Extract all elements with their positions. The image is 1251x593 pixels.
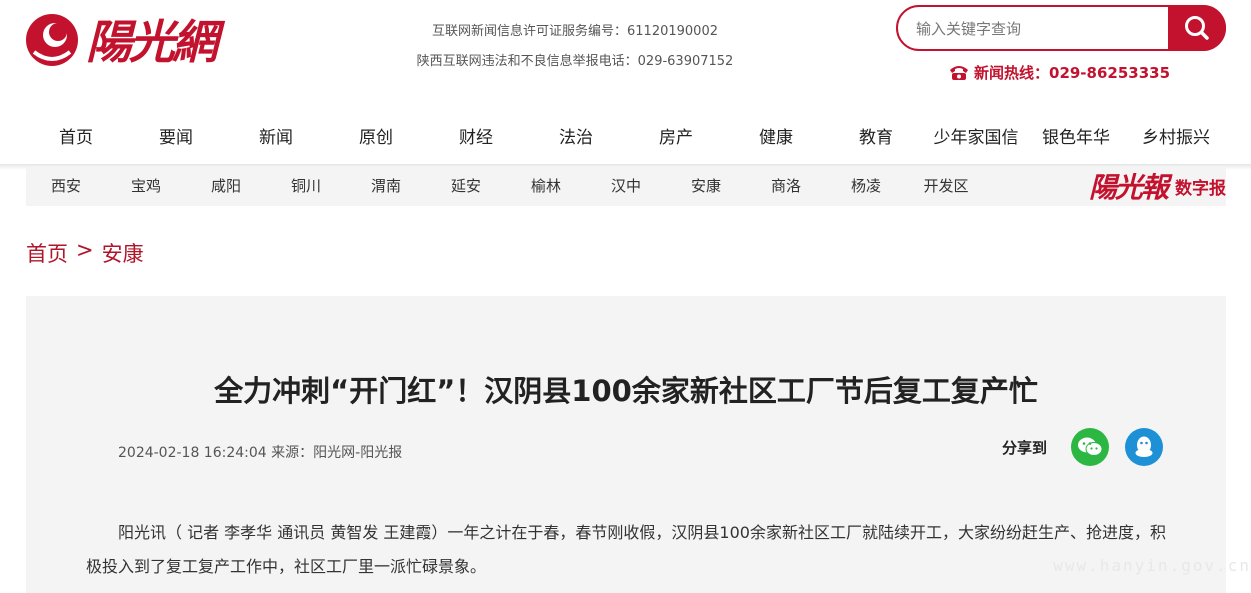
main-nav: 首页 要闻 新闻 原创 财经 法治 房产 健康 教育 少年家国信 银色年华 乡村…	[26, 112, 1226, 164]
search-input[interactable]	[916, 16, 1166, 42]
nav-item-headlines[interactable]: 要闻	[126, 112, 226, 164]
breadcrumb-current[interactable]: 安康	[102, 238, 144, 268]
search-icon	[1185, 16, 1209, 40]
city-item-xianyang[interactable]: 咸阳	[186, 166, 266, 206]
nav-item-news[interactable]: 新闻	[226, 112, 326, 164]
search-box	[896, 5, 1226, 51]
watermark: www.hanyin.gov.cn	[1053, 556, 1251, 575]
nav-item-original[interactable]: 原创	[326, 112, 426, 164]
share-qq-button[interactable]	[1125, 428, 1164, 466]
share-bar: 分享到	[1002, 428, 1179, 466]
epaper-link[interactable]: 陽光報 数字报	[1089, 166, 1226, 206]
article-source: 来源：阳光网-阳光报	[271, 445, 403, 461]
wechat-icon	[1078, 437, 1103, 456]
share-label: 分享到	[1002, 438, 1048, 457]
breadcrumb-home[interactable]: 首页	[26, 238, 68, 268]
search-button[interactable]	[1168, 5, 1226, 51]
city-item-shangluo[interactable]: 商洛	[746, 166, 826, 206]
city-item-hanzhong[interactable]: 汉中	[586, 166, 666, 206]
city-item-yangling[interactable]: 杨凌	[826, 166, 906, 206]
license-number: 互联网新闻信息许可证服务编号：61120190002	[432, 24, 718, 39]
article-body: 阳光讯（ 记者 李孝华 通讯员 黄智发 王建霞）一年之计在于春，春节刚收假，汉阴…	[86, 523, 1166, 576]
city-item-yanan[interactable]: 延安	[426, 166, 506, 206]
article-meta: 2024-02-18 16:24:04 来源：阳光网-阳光报	[118, 442, 402, 462]
city-nav: 西安 宝鸡 咸阳 铜川 渭南 延安 榆林 汉中 安康 商洛 杨凌 开发区 陽光報…	[26, 166, 1226, 206]
license-info: 互联网新闻信息许可证服务编号：61120190002 陕西互联网违法和不良信息举…	[380, 17, 770, 77]
city-item-baoji[interactable]: 宝鸡	[106, 166, 186, 206]
logo-text: 陽光網	[86, 15, 226, 69]
nav-item-education[interactable]: 教育	[826, 112, 926, 164]
article-panel: 全力冲刺“开门红”！汉阴县100余家新社区工厂节后复工复产忙 2024-02-1…	[26, 296, 1226, 593]
epaper-logo: 陽光報	[1088, 171, 1169, 204]
nav-item-property[interactable]: 房产	[626, 112, 726, 164]
page: 陽光網 互联网新闻信息许可证服务编号：61120190002 陕西互联网违法和不…	[0, 0, 1251, 593]
article-title: 全力冲刺“开门红”！汉阴县100余家新社区工厂节后复工复产忙	[214, 374, 1038, 408]
city-item-weinan[interactable]: 渭南	[346, 166, 426, 206]
qq-penguin-icon	[1135, 436, 1153, 457]
article-datetime: 2024-02-18 16:24:04	[118, 445, 267, 461]
breadcrumb: 首页 > 安康	[26, 238, 144, 268]
city-list: 西安 宝鸡 咸阳 铜川 渭南 延安 榆林 汉中 安康 商洛 杨凌 开发区	[26, 166, 986, 206]
city-item-yulin[interactable]: 榆林	[506, 166, 586, 206]
news-hotline: 新闻热线：029-86253335	[948, 60, 1170, 84]
nav-item-silver-age[interactable]: 银色年华	[1026, 112, 1126, 164]
city-item-tongchuan[interactable]: 铜川	[266, 166, 346, 206]
nav-item-home[interactable]: 首页	[26, 112, 126, 164]
city-item-ankang[interactable]: 安康	[666, 166, 746, 206]
nav-item-youth[interactable]: 少年家国信	[926, 112, 1026, 164]
breadcrumb-separator: >	[76, 238, 94, 262]
nav-item-rural[interactable]: 乡村振兴	[1126, 112, 1226, 164]
site-logo[interactable]: 陽光網	[24, 8, 264, 74]
nav-item-health[interactable]: 健康	[726, 112, 826, 164]
hotline-text: 新闻热线：029-86253335	[974, 63, 1171, 82]
nav-item-finance[interactable]: 财经	[426, 112, 526, 164]
phone-icon	[950, 66, 968, 80]
sun-logo-icon: 陽光網	[26, 14, 229, 69]
epaper-label: 数字报	[1175, 178, 1226, 199]
city-item-xian[interactable]: 西安	[26, 166, 106, 206]
nav-item-law[interactable]: 法治	[526, 112, 626, 164]
share-wechat-button[interactable]	[1071, 428, 1110, 466]
city-item-development-zone[interactable]: 开发区	[906, 166, 986, 206]
report-phone: 陕西互联网违法和不良信息举报电话：029-63907152	[416, 54, 734, 69]
